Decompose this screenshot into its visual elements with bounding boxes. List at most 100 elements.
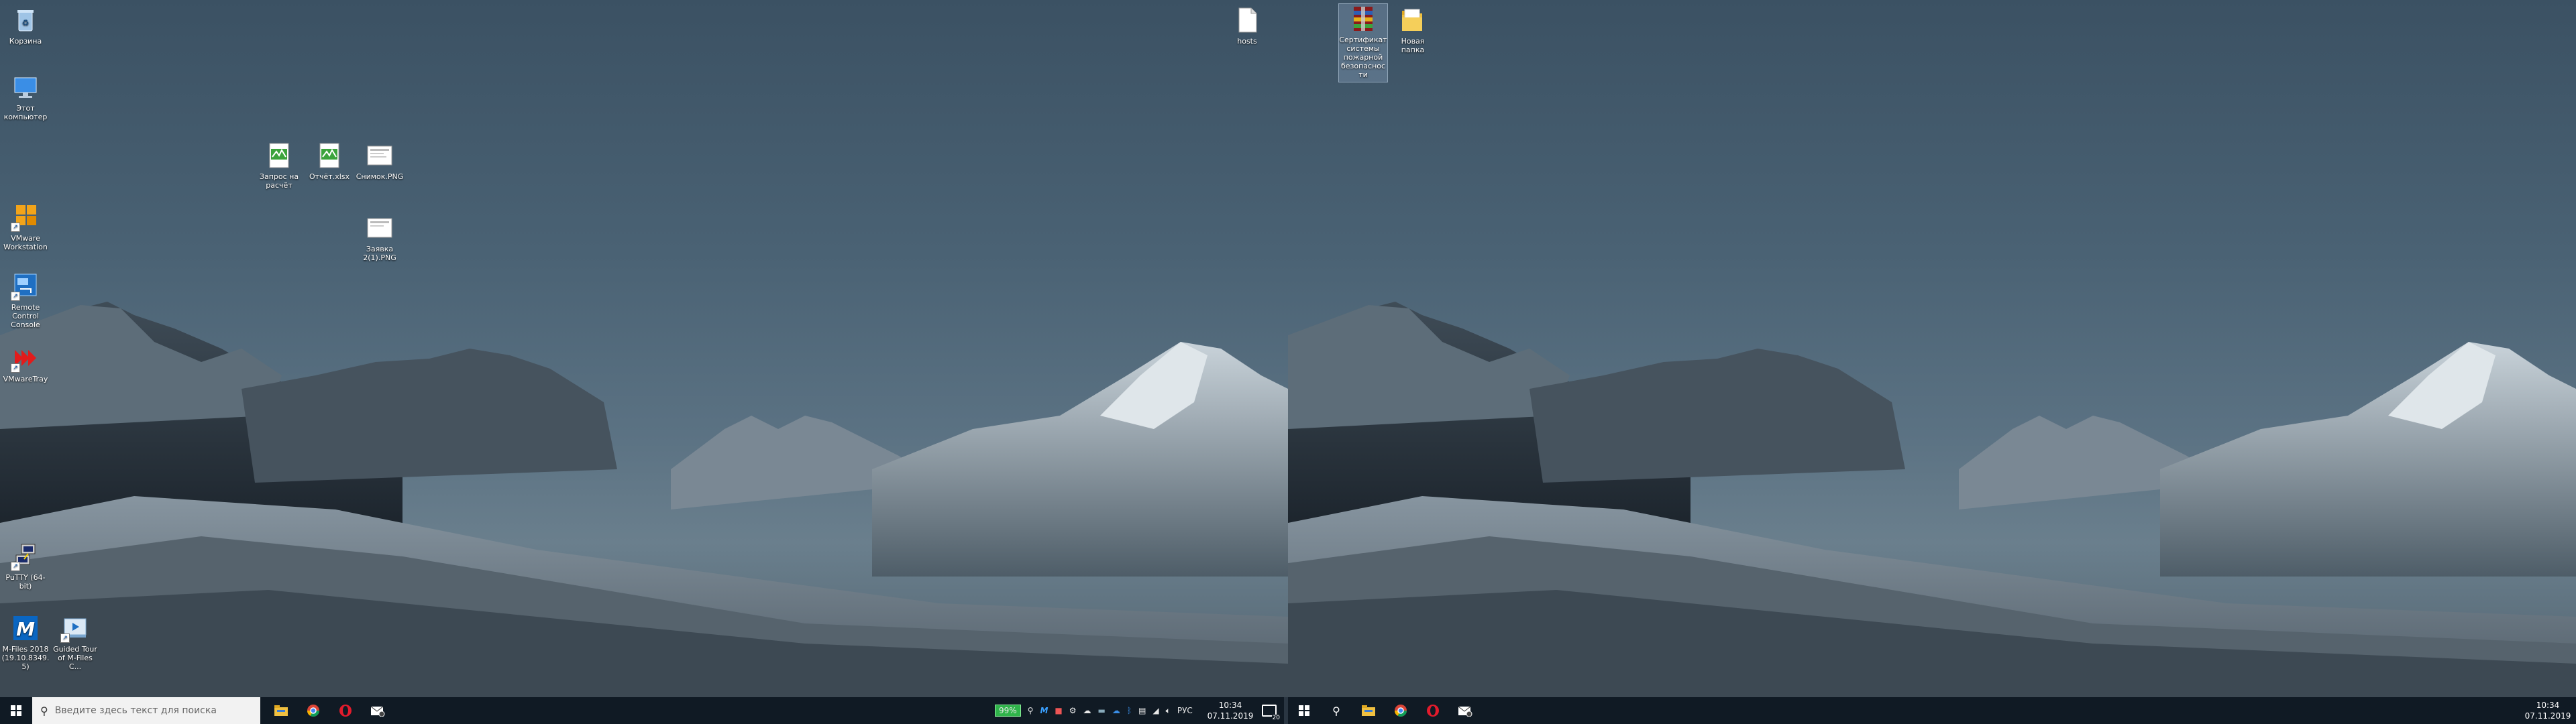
shortcut-arrow-icon: ↗	[60, 634, 70, 643]
taskbar-mail[interactable]	[1449, 697, 1481, 724]
icon-label: Снимок.PNG	[356, 172, 404, 181]
bluetooth-icon[interactable]: ᛒ	[1127, 706, 1132, 715]
opera-icon	[339, 705, 352, 717]
date: 07.11.2019	[1207, 711, 1254, 721]
m-files-tray-icon[interactable]: M	[1040, 706, 1048, 715]
shortcut-arrow-icon: ↗	[11, 223, 20, 232]
mail-icon	[370, 706, 385, 717]
desktop-icon-snimok[interactable]: Снимок.PNG	[356, 141, 404, 181]
desktop-icon-otchet[interactable]: Отчёт.xlsx	[305, 141, 354, 181]
start-button[interactable]	[1288, 697, 1320, 724]
m-files-icon: M	[11, 613, 40, 643]
taskbar-right: ⚲ 10:34 07.11.2019	[1288, 697, 2576, 724]
desktop-icon-new-folder[interactable]: Новая папка	[1389, 5, 1437, 54]
time: 10:34	[1218, 701, 1242, 710]
display-tray-icon[interactable]: ▬	[1098, 706, 1106, 715]
notification-count: 20	[1271, 715, 1281, 721]
icon-label: Отчёт.xlsx	[309, 172, 350, 181]
mountain-wallpaper	[0, 302, 1288, 724]
usb-icon[interactable]: ⚲	[1028, 706, 1034, 715]
language-indicator[interactable]: РУС	[1177, 706, 1193, 715]
shield-icon[interactable]: ■	[1055, 706, 1062, 715]
volume-icon[interactable]: 🔈︎	[1166, 706, 1171, 716]
folder-icon	[1398, 5, 1428, 35]
search-icon: ⚲	[40, 704, 48, 717]
recycle-bin-icon: ♻	[11, 5, 40, 35]
taskbar-search-box[interactable]: ⚲ Введите здесь текст для поиска	[32, 697, 260, 724]
desktop-icon-hosts[interactable]: hosts	[1223, 5, 1271, 46]
putty-icon: ↗	[11, 542, 40, 571]
taskbar-opera[interactable]	[329, 697, 362, 724]
icon-label: Новая папка	[1401, 37, 1425, 54]
archive-icon	[1348, 4, 1378, 34]
document-icon	[264, 141, 294, 170]
time: 10:34	[2536, 701, 2560, 710]
onedrive-icon[interactable]: ☁	[1112, 706, 1120, 715]
system-tray-left: 99% ⚲ M ■ ⚙ ☁ ▬ ☁ ᛒ ▤ ◢ 🔈︎ РУС	[991, 697, 1196, 724]
cloud-icon[interactable]: ☁	[1083, 706, 1091, 715]
icon-label: VMware Workstation	[3, 234, 48, 251]
icon-label: VMwareTray	[3, 375, 48, 383]
desktop-icon-remote-control-console[interactable]: ↗ Remote Control Console	[1, 272, 50, 329]
taskbar-chrome[interactable]	[1385, 697, 1417, 724]
desktop-icon-putty[interactable]: ↗ PuTTY (64-bit)	[1, 542, 50, 591]
desktop-icon-m-files[interactable]: M M-Files 2018 (19.10.8349.5)	[1, 613, 50, 671]
taskbar-mail[interactable]	[362, 697, 394, 724]
search-icon: ⚲	[1332, 704, 1340, 717]
icon-label: Этот компьютер	[3, 104, 48, 121]
desktop-icon-vmwaretray[interactable]: ↗ VMwareTray	[1, 343, 50, 383]
desktop-icon-guided-tour[interactable]: ↗ Guided Tour of M-Files C...	[51, 613, 99, 671]
chrome-icon	[307, 705, 319, 717]
taskbar-opera[interactable]	[1417, 697, 1449, 724]
taskbar-file-explorer[interactable]	[265, 697, 297, 724]
shortcut-arrow-icon: ↗	[11, 292, 20, 301]
desktop-icon-zapros[interactable]: Запрос на расчёт	[255, 141, 303, 190]
desktop-icon-this-pc[interactable]: Этот компьютер	[1, 72, 50, 121]
mountain-wallpaper	[1288, 302, 2576, 724]
battery-indicator[interactable]: 99%	[995, 705, 1021, 717]
wifi-icon[interactable]: ◢	[1152, 706, 1159, 715]
shortcut-arrow-icon: ↗	[11, 562, 20, 571]
taskbar-left: ⚲ Введите здесь текст для поиска 99% ⚲ M…	[0, 697, 1288, 724]
icon-label: Remote Control Console	[11, 303, 40, 329]
notification-icon: 20	[1262, 705, 1281, 721]
start-button[interactable]	[0, 697, 32, 724]
file-explorer-icon	[1362, 705, 1375, 716]
svg-text:M: M	[16, 618, 35, 640]
desktop-icon-certificate-archive[interactable]: Сертификат системы пожарной безопасности	[1338, 3, 1388, 82]
windows-start-icon	[1299, 705, 1309, 716]
date: 07.11.2019	[2524, 711, 2571, 721]
icon-label: Сертификат системы пожарной безопасности	[1339, 36, 1387, 79]
image-icon	[365, 141, 394, 170]
icon-label: M-Files 2018 (19.10.8349.5)	[1, 645, 50, 671]
left-monitor: ♻ Корзина Этот компьютер ↗ VMware Workst…	[0, 0, 1288, 724]
remote-console-icon: ↗	[11, 272, 40, 301]
taskbar-clock-left[interactable]: 10:34 07.11.2019	[1206, 700, 1254, 721]
taskbar-search-button[interactable]: ⚲	[1320, 697, 1352, 724]
icon-label: PuTTY (64-bit)	[5, 573, 46, 591]
icon-label: hosts	[1237, 37, 1257, 46]
mail-icon	[1458, 706, 1472, 717]
computer-icon	[11, 72, 40, 102]
windows-start-icon	[11, 705, 21, 716]
search-placeholder: Введите здесь текст для поиска	[54, 705, 217, 716]
taskbar-clock-right[interactable]: 10:34 07.11.2019	[2524, 700, 2572, 721]
taskbar-file-explorer[interactable]	[1352, 697, 1385, 724]
file-icon	[1232, 5, 1262, 35]
settings-tray-icon[interactable]: ⚙	[1069, 706, 1077, 715]
chrome-icon	[1395, 705, 1407, 717]
opera-icon	[1427, 705, 1439, 717]
guided-tour-icon: ↗	[60, 613, 90, 643]
document-icon	[315, 141, 344, 170]
notification-center-button[interactable]: 20	[1257, 697, 1281, 724]
desktop-icon-vmware-workstation[interactable]: ↗ VMware Workstation	[1, 202, 50, 251]
svg-text:♻: ♻	[22, 18, 30, 27]
network-icon[interactable]: ▤	[1138, 706, 1146, 715]
desktop-icon-recycle-bin[interactable]: ♻ Корзина	[1, 5, 50, 46]
vmware-tray-icon: ↗	[11, 343, 40, 373]
desktop-icon-zayavka[interactable]: Заявка 2(1).PNG	[356, 213, 404, 262]
image-icon	[365, 213, 394, 243]
icon-label: Запрос на расчёт	[259, 172, 299, 190]
taskbar-chrome[interactable]	[297, 697, 329, 724]
icon-label: Заявка 2(1).PNG	[363, 245, 396, 262]
